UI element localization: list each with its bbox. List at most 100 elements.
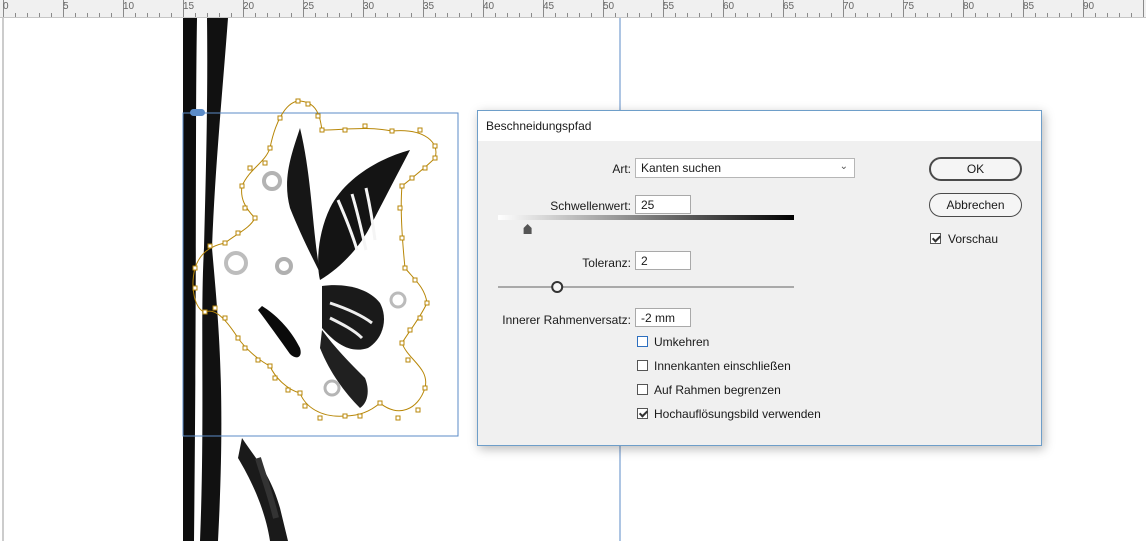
path-anchor-point[interactable] bbox=[242, 205, 248, 211]
path-anchor-point[interactable] bbox=[242, 345, 248, 351]
path-anchor-point[interactable] bbox=[202, 309, 208, 315]
ruler-label-30: 30 bbox=[363, 1, 375, 12]
inset-label: Innerer Rahmenversatz: bbox=[502, 313, 631, 327]
dialog-titlebar[interactable]: Beschneidungspfad bbox=[478, 111, 1041, 141]
path-anchor-point[interactable] bbox=[267, 363, 273, 369]
path-anchor-point[interactable] bbox=[235, 335, 241, 341]
path-anchor-point[interactable] bbox=[417, 315, 423, 321]
ruler-label-15: 15 bbox=[183, 1, 195, 12]
ruler-label-10: 10 bbox=[123, 1, 135, 12]
tattoo-artwork bbox=[183, 18, 288, 541]
content-grabber-icon[interactable] bbox=[190, 109, 205, 116]
path-anchor-point[interactable] bbox=[412, 277, 418, 283]
threshold-gradient-track bbox=[498, 215, 794, 220]
clipping-path-dialog: Beschneidungspfad Art: Kanten suchen ⌄ S… bbox=[477, 110, 1042, 446]
ruler-label-40: 40 bbox=[483, 1, 495, 12]
include-inside-edges-label: Innenkanten einschließen bbox=[654, 359, 791, 373]
tolerance-input[interactable] bbox=[635, 251, 691, 270]
tolerance-slider-thumb[interactable] bbox=[551, 281, 564, 293]
ruler-label-70: 70 bbox=[843, 1, 855, 12]
ruler-label-55: 55 bbox=[663, 1, 675, 12]
restrict-to-frame-label: Auf Rahmen begrenzen bbox=[654, 383, 781, 397]
path-anchor-point[interactable] bbox=[432, 143, 438, 149]
include-inside-edges-checkbox[interactable] bbox=[637, 360, 648, 371]
horizontal-ruler[interactable]: 0 5 10 15 20 25 30 35 40 45 50 55 60 65 … bbox=[0, 0, 1146, 18]
path-anchor-point[interactable] bbox=[277, 115, 283, 121]
path-anchor-point[interactable] bbox=[407, 327, 413, 333]
threshold-label: Schwellenwert: bbox=[550, 199, 631, 213]
path-anchor-point[interactable] bbox=[342, 127, 348, 133]
ruler-label-60: 60 bbox=[723, 1, 735, 12]
ruler-label-45: 45 bbox=[543, 1, 555, 12]
path-anchor-point[interactable] bbox=[395, 415, 401, 421]
path-anchor-point[interactable] bbox=[235, 230, 241, 236]
inset-input[interactable] bbox=[635, 308, 691, 327]
path-anchor-point[interactable] bbox=[409, 175, 415, 181]
threshold-slider-thumb[interactable] bbox=[523, 224, 532, 234]
path-anchor-point[interactable] bbox=[422, 385, 428, 391]
path-anchor-point[interactable] bbox=[415, 407, 421, 413]
path-anchor-point[interactable] bbox=[262, 160, 268, 166]
path-anchor-point[interactable] bbox=[424, 300, 430, 306]
path-anchor-point[interactable] bbox=[252, 215, 258, 221]
path-anchor-point[interactable] bbox=[297, 390, 303, 396]
path-anchor-point[interactable] bbox=[285, 387, 291, 393]
path-anchor-point[interactable] bbox=[315, 113, 321, 119]
threshold-slider[interactable] bbox=[498, 215, 796, 237]
ruler-label-50: 50 bbox=[603, 1, 615, 12]
ruler-label-0: 0 bbox=[3, 1, 9, 12]
path-anchor-point[interactable] bbox=[417, 127, 423, 133]
chevron-down-icon: ⌄ bbox=[839, 161, 848, 172]
path-anchor-point[interactable] bbox=[192, 265, 198, 271]
ruler-label-20: 20 bbox=[243, 1, 255, 12]
cancel-button[interactable]: Abbrechen bbox=[929, 193, 1022, 217]
high-res-image-label: Hochauflösungsbild verwenden bbox=[654, 407, 821, 421]
path-anchor-point[interactable] bbox=[302, 403, 308, 409]
ruler-label-85: 85 bbox=[1023, 1, 1035, 12]
type-select-value: Kanten suchen bbox=[641, 161, 722, 175]
threshold-input[interactable] bbox=[635, 195, 691, 214]
ruler-label-35: 35 bbox=[423, 1, 435, 12]
path-anchor-point[interactable] bbox=[222, 240, 228, 246]
ok-button[interactable]: OK bbox=[929, 157, 1022, 181]
ruler-label-65: 65 bbox=[783, 1, 795, 12]
path-anchor-point[interactable] bbox=[295, 98, 301, 104]
path-anchor-point[interactable] bbox=[399, 340, 405, 346]
high-res-image-checkbox[interactable] bbox=[637, 408, 648, 419]
type-select[interactable]: Kanten suchen ⌄ bbox=[635, 158, 855, 178]
ruler-label-80: 80 bbox=[963, 1, 975, 12]
path-anchor-point[interactable] bbox=[432, 155, 438, 161]
preview-checkbox[interactable] bbox=[930, 233, 941, 244]
path-anchor-point[interactable] bbox=[247, 165, 253, 171]
path-anchor-point[interactable] bbox=[267, 145, 273, 151]
path-anchor-point[interactable] bbox=[192, 285, 198, 291]
path-anchor-point[interactable] bbox=[377, 400, 383, 406]
type-label: Art: bbox=[612, 162, 631, 176]
path-anchor-point[interactable] bbox=[305, 101, 311, 107]
path-anchor-point[interactable] bbox=[405, 357, 411, 363]
path-anchor-point[interactable] bbox=[239, 183, 245, 189]
path-anchor-point[interactable] bbox=[342, 413, 348, 419]
tolerance-slider[interactable] bbox=[498, 277, 796, 297]
path-anchor-point[interactable] bbox=[362, 123, 368, 129]
path-anchor-point[interactable] bbox=[319, 127, 325, 133]
path-anchor-point[interactable] bbox=[207, 243, 213, 249]
path-anchor-point[interactable] bbox=[272, 375, 278, 381]
path-anchor-point[interactable] bbox=[222, 315, 228, 321]
path-anchor-point[interactable] bbox=[402, 265, 408, 271]
ruler-label-90: 90 bbox=[1083, 1, 1095, 12]
path-anchor-point[interactable] bbox=[212, 305, 218, 311]
preview-label: Vorschau bbox=[948, 232, 999, 246]
path-anchor-point[interactable] bbox=[399, 183, 405, 189]
path-anchor-point[interactable] bbox=[255, 357, 261, 363]
ruler-label-5: 5 bbox=[63, 1, 69, 12]
path-anchor-point[interactable] bbox=[422, 165, 428, 171]
path-anchor-point[interactable] bbox=[317, 415, 323, 421]
path-anchor-point[interactable] bbox=[399, 235, 405, 241]
path-anchor-point[interactable] bbox=[389, 128, 395, 134]
restrict-to-frame-checkbox[interactable] bbox=[637, 384, 648, 395]
invert-checkbox[interactable] bbox=[637, 336, 648, 347]
tolerance-track bbox=[498, 286, 794, 288]
path-anchor-point[interactable] bbox=[397, 205, 403, 211]
path-anchor-point[interactable] bbox=[357, 413, 363, 419]
